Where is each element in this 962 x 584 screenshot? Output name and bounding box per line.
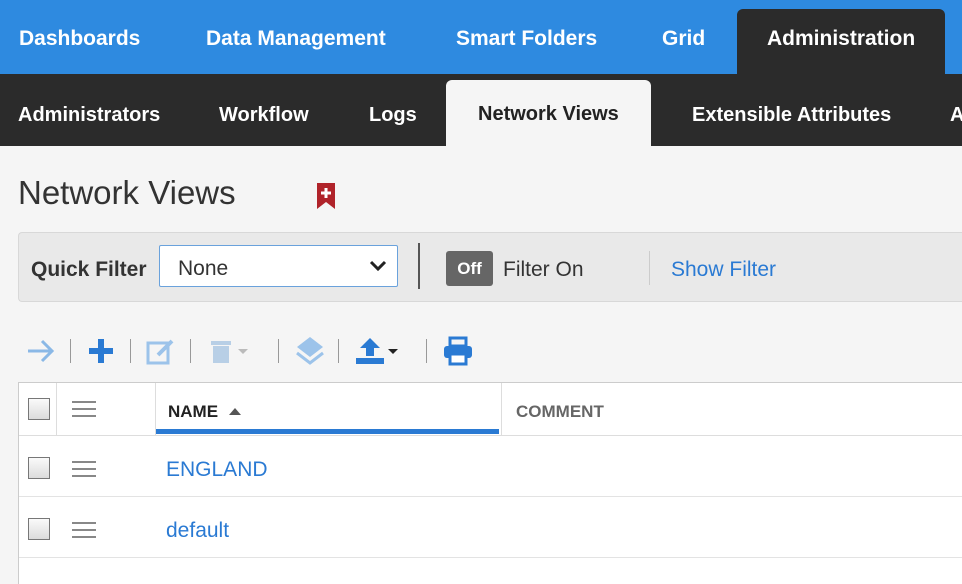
chevron-down-icon: [369, 260, 387, 272]
nav-dashboards[interactable]: Dashboards: [19, 0, 140, 74]
tab-extensible-attributes[interactable]: Extensible Attributes: [692, 74, 891, 146]
quick-filter-value: None: [178, 257, 229, 280]
layers-icon: [296, 337, 324, 365]
divider: [501, 383, 502, 436]
tab-logs[interactable]: Logs: [369, 74, 417, 146]
arrow-right-icon[interactable]: [26, 332, 56, 370]
edit-icon: [146, 339, 174, 365]
page-title: Network Views: [18, 174, 236, 211]
bookmark-add-icon[interactable]: [316, 182, 336, 210]
divider: [190, 339, 191, 363]
plus-icon: [89, 339, 113, 363]
tab-network-views[interactable]: Network Views: [446, 80, 651, 146]
filter-bar: Quick Filter None Off Filter On Show Fil…: [18, 232, 962, 302]
nav-grid[interactable]: Grid: [662, 0, 705, 74]
divider: [130, 339, 131, 363]
sort-indicator: [156, 429, 499, 434]
edit-button[interactable]: [146, 332, 176, 370]
filter-on-label: Filter On: [503, 258, 584, 281]
divider: [56, 383, 57, 436]
tab-workflow[interactable]: Workflow: [219, 74, 309, 146]
print-button[interactable]: [442, 332, 474, 370]
divider: [418, 243, 420, 289]
row-checkbox[interactable]: [28, 457, 50, 479]
table-row[interactable]: default: [19, 497, 962, 558]
nav-smart-folders[interactable]: Smart Folders: [456, 0, 597, 74]
network-view-name-link[interactable]: ENGLAND: [166, 458, 268, 482]
network-view-name-link[interactable]: default: [166, 519, 229, 543]
column-header-name[interactable]: NAME: [168, 402, 243, 422]
upload-button[interactable]: [354, 332, 400, 370]
add-button[interactable]: [86, 332, 116, 370]
divider: [70, 339, 71, 363]
quick-filter-select[interactable]: None: [159, 245, 398, 287]
tab-administrators[interactable]: Administrators: [18, 74, 160, 146]
select-all-checkbox[interactable]: [28, 398, 50, 420]
column-header-name-label: NAME: [168, 402, 219, 421]
upload-icon: [356, 338, 384, 364]
sub-nav: Administrators Workflow Logs Network Vie…: [0, 74, 962, 146]
filter-toggle[interactable]: Off: [446, 251, 493, 286]
column-header-comment[interactable]: COMMENT: [516, 402, 604, 422]
delete-button[interactable]: [208, 332, 250, 370]
tab-overflow[interactable]: A: [950, 74, 962, 146]
row-checkbox[interactable]: [28, 518, 50, 540]
quick-filter-label: Quick Filter: [31, 258, 147, 281]
print-icon: [444, 336, 472, 366]
divider: [426, 339, 427, 363]
column-menu-icon[interactable]: [72, 401, 96, 417]
trash-icon: [211, 341, 231, 363]
row-menu-icon[interactable]: [72, 522, 96, 538]
nav-data-management[interactable]: Data Management: [206, 0, 386, 74]
table-row[interactable]: ENGLAND: [19, 436, 962, 497]
divider: [649, 251, 650, 285]
toolbar: [24, 332, 484, 370]
row-menu-icon[interactable]: [72, 461, 96, 477]
sort-ascending-icon: [228, 408, 241, 415]
divider: [278, 339, 279, 363]
caret-down-icon: [388, 349, 398, 354]
network-views-table: NAME COMMENT ENGLAND default: [18, 382, 962, 584]
show-filter-link[interactable]: Show Filter: [671, 258, 776, 282]
table-header: NAME COMMENT: [19, 383, 962, 436]
layers-button[interactable]: [295, 332, 325, 370]
caret-down-icon: [238, 349, 248, 354]
nav-administration[interactable]: Administration: [737, 9, 946, 74]
divider: [338, 339, 339, 363]
top-nav: Dashboards Data Management Smart Folders…: [0, 0, 962, 74]
